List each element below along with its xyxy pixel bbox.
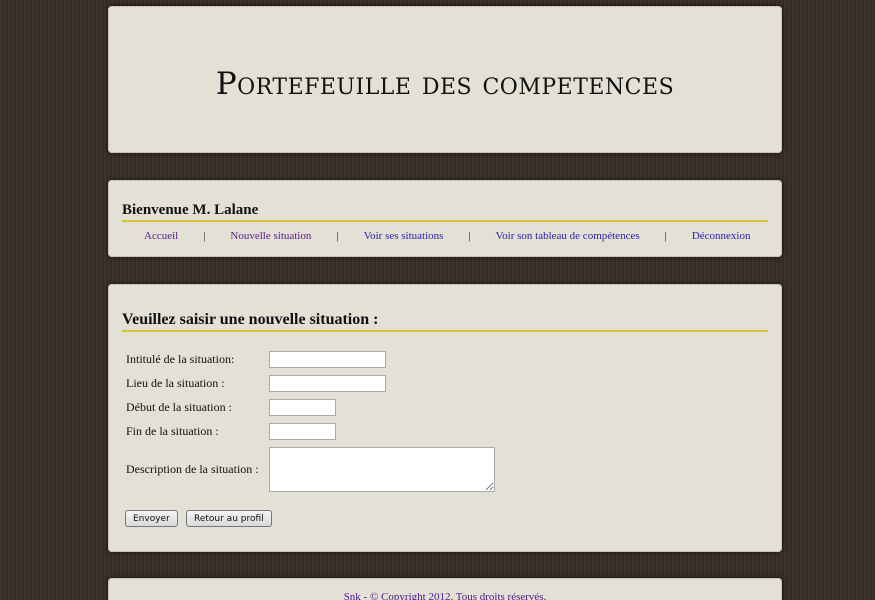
intitule-label: Intitulé de la situation: bbox=[126, 352, 235, 366]
nav-panel: Bienvenue M. Lalane Accueil | Nouvelle s… bbox=[108, 180, 782, 257]
nav-link-tableau-competences[interactable]: Voir son tableau de compétences bbox=[496, 230, 640, 242]
fin-input[interactable] bbox=[269, 423, 336, 440]
fin-label: Fin de la situation : bbox=[126, 424, 219, 438]
form-heading: Veuillez saisir une nouvelle situation : bbox=[122, 311, 768, 332]
nav-link-deconnexion[interactable]: Déconnexion bbox=[692, 230, 751, 242]
description-textarea[interactable] bbox=[269, 447, 495, 492]
form-panel: Veuillez saisir une nouvelle situation :… bbox=[108, 284, 782, 552]
welcome-heading: Bienvenue M. Lalane bbox=[122, 202, 768, 222]
nav-link-nouvelle-situation[interactable]: Nouvelle situation bbox=[230, 230, 311, 242]
nav-separator: | bbox=[664, 230, 667, 242]
back-to-profile-button[interactable]: Retour au profil bbox=[186, 510, 272, 527]
header-panel: Portefeuille des competences bbox=[108, 6, 782, 153]
footer-panel: Snk - © Copyright 2012. Tous droits rése… bbox=[108, 578, 782, 600]
intitule-input[interactable] bbox=[269, 351, 386, 368]
description-label: Description de la situation : bbox=[126, 462, 259, 476]
field-row-lieu: Lieu de la situation : bbox=[126, 375, 386, 392]
field-row-fin: Fin de la situation : bbox=[126, 423, 336, 440]
field-row-description: Description de la situation : bbox=[126, 447, 495, 492]
submit-button[interactable]: Envoyer bbox=[125, 510, 178, 527]
field-row-intitule: Intitulé de la situation: bbox=[126, 351, 386, 368]
debut-input[interactable] bbox=[269, 399, 336, 416]
nav-separator: | bbox=[203, 230, 206, 242]
nav-separator: | bbox=[468, 230, 471, 242]
lieu-label: Lieu de la situation : bbox=[126, 376, 225, 390]
page-title: Portefeuille des competences bbox=[215, 66, 675, 102]
nav-menu: Accueil | Nouvelle situation | Voir ses … bbox=[144, 230, 750, 242]
nav-separator: | bbox=[336, 230, 339, 242]
footer-copyright: Snk - © Copyright 2012. Tous droits rése… bbox=[343, 591, 547, 600]
debut-label: Début de la situation : bbox=[126, 400, 232, 414]
nav-link-voir-situations[interactable]: Voir ses situations bbox=[364, 230, 444, 242]
nav-link-accueil[interactable]: Accueil bbox=[144, 230, 178, 242]
lieu-input[interactable] bbox=[269, 375, 386, 392]
field-row-debut: Début de la situation : bbox=[126, 399, 336, 416]
